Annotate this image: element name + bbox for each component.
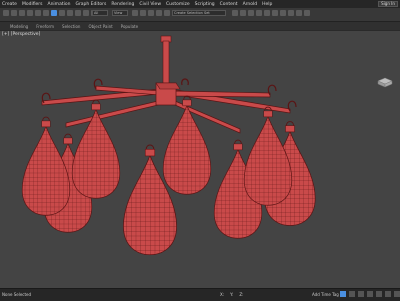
- snap-toggle-icon[interactable]: [140, 10, 146, 16]
- menu-customize[interactable]: Customize: [166, 2, 190, 7]
- tab-selection[interactable]: Selection: [62, 24, 80, 29]
- scene-explorer-icon[interactable]: [256, 10, 262, 16]
- zoom-extents-icon[interactable]: [394, 291, 400, 297]
- mirror-icon[interactable]: [232, 10, 238, 16]
- toolbar-right-icons: [232, 10, 310, 16]
- layer-manager-icon[interactable]: [248, 10, 254, 16]
- tab-object-paint[interactable]: Object Paint: [88, 24, 112, 29]
- menu-animation[interactable]: Animation: [48, 2, 71, 7]
- toolbar-mid-icons: [132, 10, 170, 16]
- z-coordinate-label[interactable]: Z:: [239, 292, 243, 297]
- selection-status: None Selected: [2, 292, 32, 297]
- tab-populate[interactable]: Populate: [121, 24, 138, 29]
- menu-civil-view[interactable]: Civil View: [139, 2, 161, 7]
- coordinate-display: X: Y: Z:: [220, 292, 243, 297]
- menu-help[interactable]: Help: [262, 2, 272, 7]
- ribbon-tabs: Modeling Freeform Selection Object Paint…: [0, 22, 400, 30]
- main-toolbar: All View Create Selection Set: [0, 8, 400, 22]
- menu-rendering[interactable]: Rendering: [111, 2, 134, 7]
- spinner-snap-icon[interactable]: [164, 10, 170, 16]
- go-to-start-icon[interactable]: [349, 291, 355, 297]
- viewcube-icon[interactable]: [376, 75, 394, 89]
- window-crossing-icon[interactable]: [67, 10, 73, 16]
- play-icon[interactable]: [367, 291, 373, 297]
- unlink-icon[interactable]: [27, 10, 33, 16]
- pivot-icon[interactable]: [132, 10, 138, 16]
- toolbar-left-icons: [3, 10, 97, 16]
- x-coordinate-label[interactable]: X:: [220, 292, 224, 297]
- redo-icon[interactable]: [11, 10, 17, 16]
- add-time-tag-button[interactable]: Add Time Tag: [312, 292, 339, 297]
- menu-modifiers[interactable]: Modifiers: [22, 2, 43, 7]
- viewport-label[interactable]: [+] [Perspective]: [2, 32, 40, 37]
- y-coordinate-label[interactable]: Y:: [230, 292, 233, 297]
- perspective-viewport[interactable]: [0, 30, 400, 289]
- material-editor-icon[interactable]: [280, 10, 286, 16]
- menu-create[interactable]: Create: [2, 2, 17, 7]
- select-object-icon[interactable]: [43, 10, 49, 16]
- tab-modeling[interactable]: Modeling: [10, 24, 28, 29]
- sign-in-button[interactable]: Sign In: [378, 1, 398, 7]
- menu-arnold[interactable]: Arnold: [243, 2, 258, 7]
- angle-snap-icon[interactable]: [148, 10, 154, 16]
- percent-snap-icon[interactable]: [156, 10, 162, 16]
- render-icon[interactable]: [304, 10, 310, 16]
- status-bar: None Selected X: Y: Z: Add Time Tag: [0, 288, 400, 301]
- render-setup-icon[interactable]: [288, 10, 294, 16]
- select-by-name-icon[interactable]: [51, 10, 57, 16]
- menu-content[interactable]: Content: [220, 2, 238, 7]
- named-selection-set-field[interactable]: Create Selection Set: [172, 10, 226, 16]
- auto-key-button[interactable]: [340, 291, 346, 297]
- previous-frame-icon[interactable]: [358, 291, 364, 297]
- playback-controls: [340, 291, 400, 297]
- menu-scripting[interactable]: Scripting: [195, 2, 215, 7]
- rotate-icon[interactable]: [83, 10, 89, 16]
- move-icon[interactable]: [75, 10, 81, 16]
- link-icon[interactable]: [19, 10, 25, 16]
- menu-bar: Create Modifiers Animation Graph Editors…: [0, 0, 400, 8]
- reference-coordinate-dropdown[interactable]: View: [112, 10, 128, 16]
- selection-filter-dropdown[interactable]: All: [92, 10, 108, 16]
- next-frame-icon[interactable]: [376, 291, 382, 297]
- menu-graph-editors[interactable]: Graph Editors: [75, 2, 106, 7]
- go-to-end-icon[interactable]: [385, 291, 391, 297]
- tab-freeform[interactable]: Freeform: [36, 24, 54, 29]
- rectangle-selection-icon[interactable]: [59, 10, 65, 16]
- bind-space-warp-icon[interactable]: [35, 10, 41, 16]
- chandelier-mesh: [21, 35, 316, 256]
- undo-icon[interactable]: [3, 10, 9, 16]
- curve-editor-icon[interactable]: [264, 10, 270, 16]
- schematic-view-icon[interactable]: [272, 10, 278, 16]
- render-frame-icon[interactable]: [296, 10, 302, 16]
- align-icon[interactable]: [240, 10, 246, 16]
